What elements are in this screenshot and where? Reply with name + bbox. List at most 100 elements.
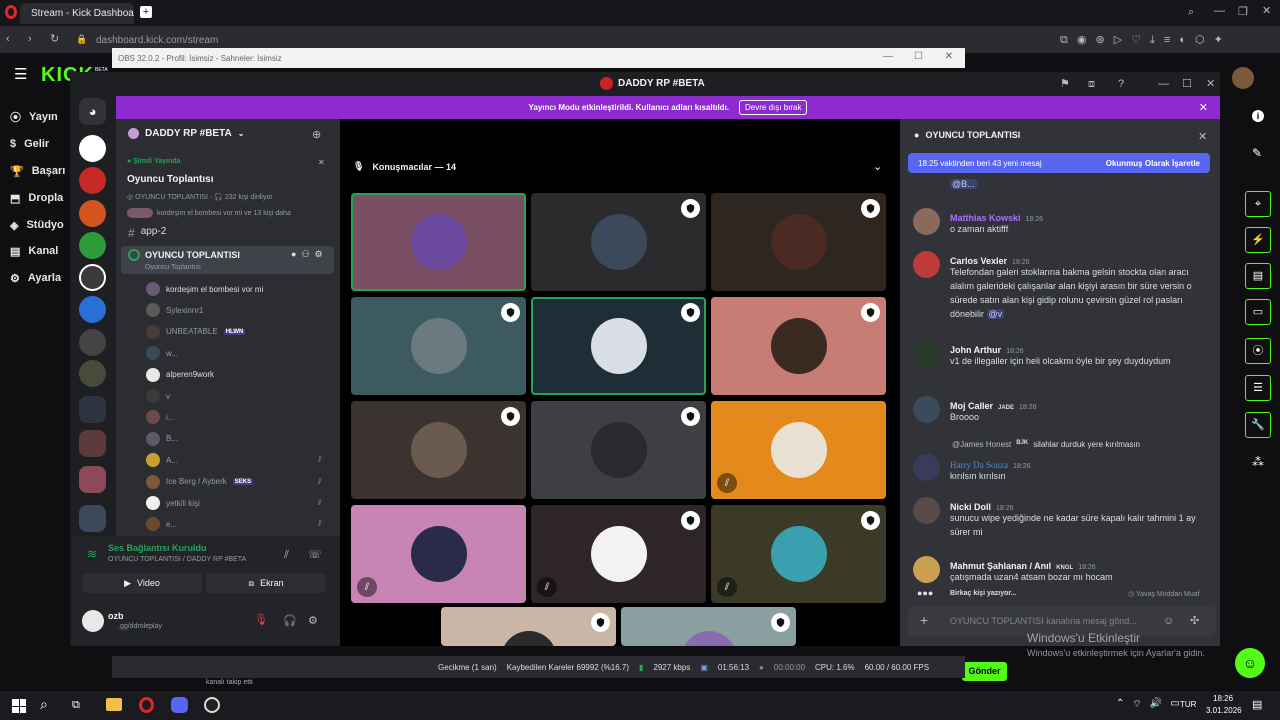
clock-date[interactable]: 3.01.2026 xyxy=(1206,706,1242,715)
server-icon-dd-blue[interactable] xyxy=(79,296,106,323)
discord-minimize-icon[interactable]: — xyxy=(1158,77,1169,91)
hamburger-icon[interactable]: ☰ xyxy=(14,67,27,82)
speaker-tile[interactable] xyxy=(711,193,886,291)
server-icon-dd-lime[interactable] xyxy=(79,232,106,259)
new-messages-bar[interactable]: 18:25 vaktinden beri 43 yeni mesaj Okunm… xyxy=(908,153,1210,173)
message-avatar[interactable] xyxy=(913,497,940,524)
video-button[interactable]: ▶ Video xyxy=(82,573,202,593)
disable-streamer-mode-button[interactable]: Devre dışı bırak xyxy=(739,100,808,115)
message-avatar[interactable] xyxy=(913,556,940,583)
opera-taskbar-icon[interactable] xyxy=(139,697,154,713)
speaker-tile[interactable]: ⫽ xyxy=(351,505,526,603)
chat-close-icon[interactable]: ✕ xyxy=(1198,130,1207,144)
obs-minimize-icon[interactable]: — xyxy=(883,51,893,62)
heart-icon[interactable]: ♡ xyxy=(1131,33,1141,47)
clock-time[interactable]: 18:26 xyxy=(1213,694,1233,703)
speaker-tile[interactable] xyxy=(351,193,526,291)
notes-icon[interactable]: ▤ xyxy=(1245,263,1271,289)
speaker-tile[interactable] xyxy=(531,401,706,499)
screenshot-icon[interactable]: ⧉ xyxy=(1060,33,1068,47)
maximize-icon[interactable]: ❐ xyxy=(1238,5,1248,19)
tray-icons[interactable]: ⌃ ⌔ 🔊 ▭ xyxy=(1116,698,1180,711)
attach-plus-icon[interactable]: + xyxy=(920,612,928,628)
ai-icon[interactable]: ✦ xyxy=(1214,33,1223,47)
speaker-tile[interactable] xyxy=(531,297,706,395)
tray-chevron-icon[interactable]: ⌃ xyxy=(1116,698,1124,711)
apps-icon[interactable]: ✣ xyxy=(1190,614,1199,628)
discord-taskbar-icon[interactable] xyxy=(171,697,188,713)
server-icon-8[interactable] xyxy=(79,360,106,387)
send-button[interactable]: Gönder xyxy=(962,662,1007,681)
start-icon[interactable] xyxy=(12,699,26,713)
kick-help-icon[interactable]: ☺ xyxy=(1235,648,1265,678)
voice-member[interactable]: kordeşim el bombesi vor mi xyxy=(146,280,334,298)
noise-suppression-icon[interactable]: ⫽ xyxy=(284,548,289,562)
invite-icon[interactable]: ⚇ xyxy=(301,249,309,260)
voice-member[interactable]: B... xyxy=(146,430,334,448)
camera-icon[interactable]: ◉ xyxy=(1077,33,1087,47)
speaker-tile[interactable] xyxy=(351,297,526,395)
vpn-icon[interactable]: ⊛ xyxy=(1095,33,1104,47)
input-language[interactable]: TUR xyxy=(1180,700,1196,709)
server-icon-heart[interactable] xyxy=(79,135,106,162)
user-avatar[interactable] xyxy=(82,610,104,632)
bolt-icon[interactable]: ⚡ xyxy=(1245,227,1271,253)
list-icon[interactable]: ☰ xyxy=(1245,375,1271,401)
banner-close-icon[interactable]: ✕ xyxy=(1199,101,1208,114)
obs-taskbar-icon[interactable] xyxy=(204,697,220,713)
back-icon[interactable]: ‹ xyxy=(6,32,10,46)
file-explorer-icon[interactable] xyxy=(106,698,122,711)
chat-bubble-icon[interactable]: ▭ xyxy=(1245,299,1271,325)
emoji-icon[interactable]: ☺ xyxy=(1163,614,1174,628)
mark-read-button[interactable]: Okunmuş Olarak İşaretle xyxy=(1106,159,1200,168)
server-icon-10[interactable] xyxy=(79,430,106,457)
server-icon-9[interactable] xyxy=(79,396,106,423)
message-avatar[interactable] xyxy=(913,208,940,235)
message-avatar[interactable] xyxy=(913,251,940,278)
speaker-tile[interactable] xyxy=(621,607,796,646)
discord-close-icon[interactable]: ✕ xyxy=(1206,77,1215,91)
message-avatar[interactable] xyxy=(913,396,940,423)
new-tab-icon[interactable]: + xyxy=(140,6,152,18)
reply-preview[interactable]: @James Honest BJK silahlar durduk yere kır… xyxy=(952,440,1140,449)
voice-member[interactable]: A... ⫽ xyxy=(146,451,334,469)
server-icon-dd-green[interactable] xyxy=(79,200,106,227)
message-avatar[interactable] xyxy=(913,340,940,367)
obs-close-icon[interactable]: ✕ xyxy=(945,51,953,62)
opera-icon[interactable] xyxy=(5,5,17,19)
search-tabs-icon[interactable]: ⌕ xyxy=(1188,5,1194,19)
browser-tab[interactable]: Stream - Kick Dashboard xyxy=(20,3,134,24)
notification-icon[interactable]: ▤ xyxy=(1252,698,1262,712)
discord-maximize-icon[interactable]: ☐ xyxy=(1182,77,1192,91)
speaker-tile[interactable] xyxy=(711,297,886,395)
volume-icon[interactable]: 🔊 xyxy=(1150,698,1162,711)
voice-member[interactable]: v xyxy=(146,387,334,405)
headphones-icon[interactable]: 🎧 xyxy=(283,614,297,628)
voice-member[interactable]: i... xyxy=(146,408,334,426)
voice-member[interactable]: UNBEATABLE HLWN xyxy=(146,323,334,341)
wrench-icon[interactable]: 🔧 xyxy=(1245,412,1271,438)
battery-icon[interactable]: ▭ xyxy=(1170,698,1179,711)
voice-member[interactable]: w... xyxy=(146,344,334,362)
disconnect-icon[interactable]: ☏ xyxy=(308,548,322,562)
speaker-tile[interactable] xyxy=(531,193,706,291)
voice-member[interactable]: yetkili kişi ⫽ xyxy=(146,494,334,512)
collapse-chevron-icon[interactable]: ⌄ xyxy=(873,160,882,174)
kick-chat-avatar[interactable] xyxy=(1232,67,1254,89)
target-icon[interactable]: ⌖ xyxy=(1245,191,1271,217)
player-icon[interactable]: ▷ xyxy=(1114,33,1122,47)
server-icon-globe[interactable] xyxy=(79,329,106,356)
minimize-icon[interactable]: — xyxy=(1214,4,1225,18)
speaker-tile[interactable] xyxy=(441,607,616,646)
profile-icon[interactable]: ◐ xyxy=(1179,33,1186,47)
obs-maximize-icon[interactable]: ☐ xyxy=(914,51,923,62)
inbox-flag-icon[interactable]: ⚑ xyxy=(1060,77,1070,91)
add-member-icon[interactable]: ⊕ xyxy=(312,128,321,142)
download-icon[interactable]: ⤓ xyxy=(1150,33,1155,47)
voice-member[interactable]: Sylexinnr1 xyxy=(146,301,334,319)
message-mention[interactable]: @v xyxy=(986,309,1005,319)
user-settings-icon[interactable]: ⚙ xyxy=(308,614,318,628)
close-icon[interactable]: ✕ xyxy=(1262,4,1271,18)
live-title[interactable]: Oyuncu Toplantısı xyxy=(127,174,213,185)
wifi-icon[interactable]: ⌔ xyxy=(1132,698,1141,711)
